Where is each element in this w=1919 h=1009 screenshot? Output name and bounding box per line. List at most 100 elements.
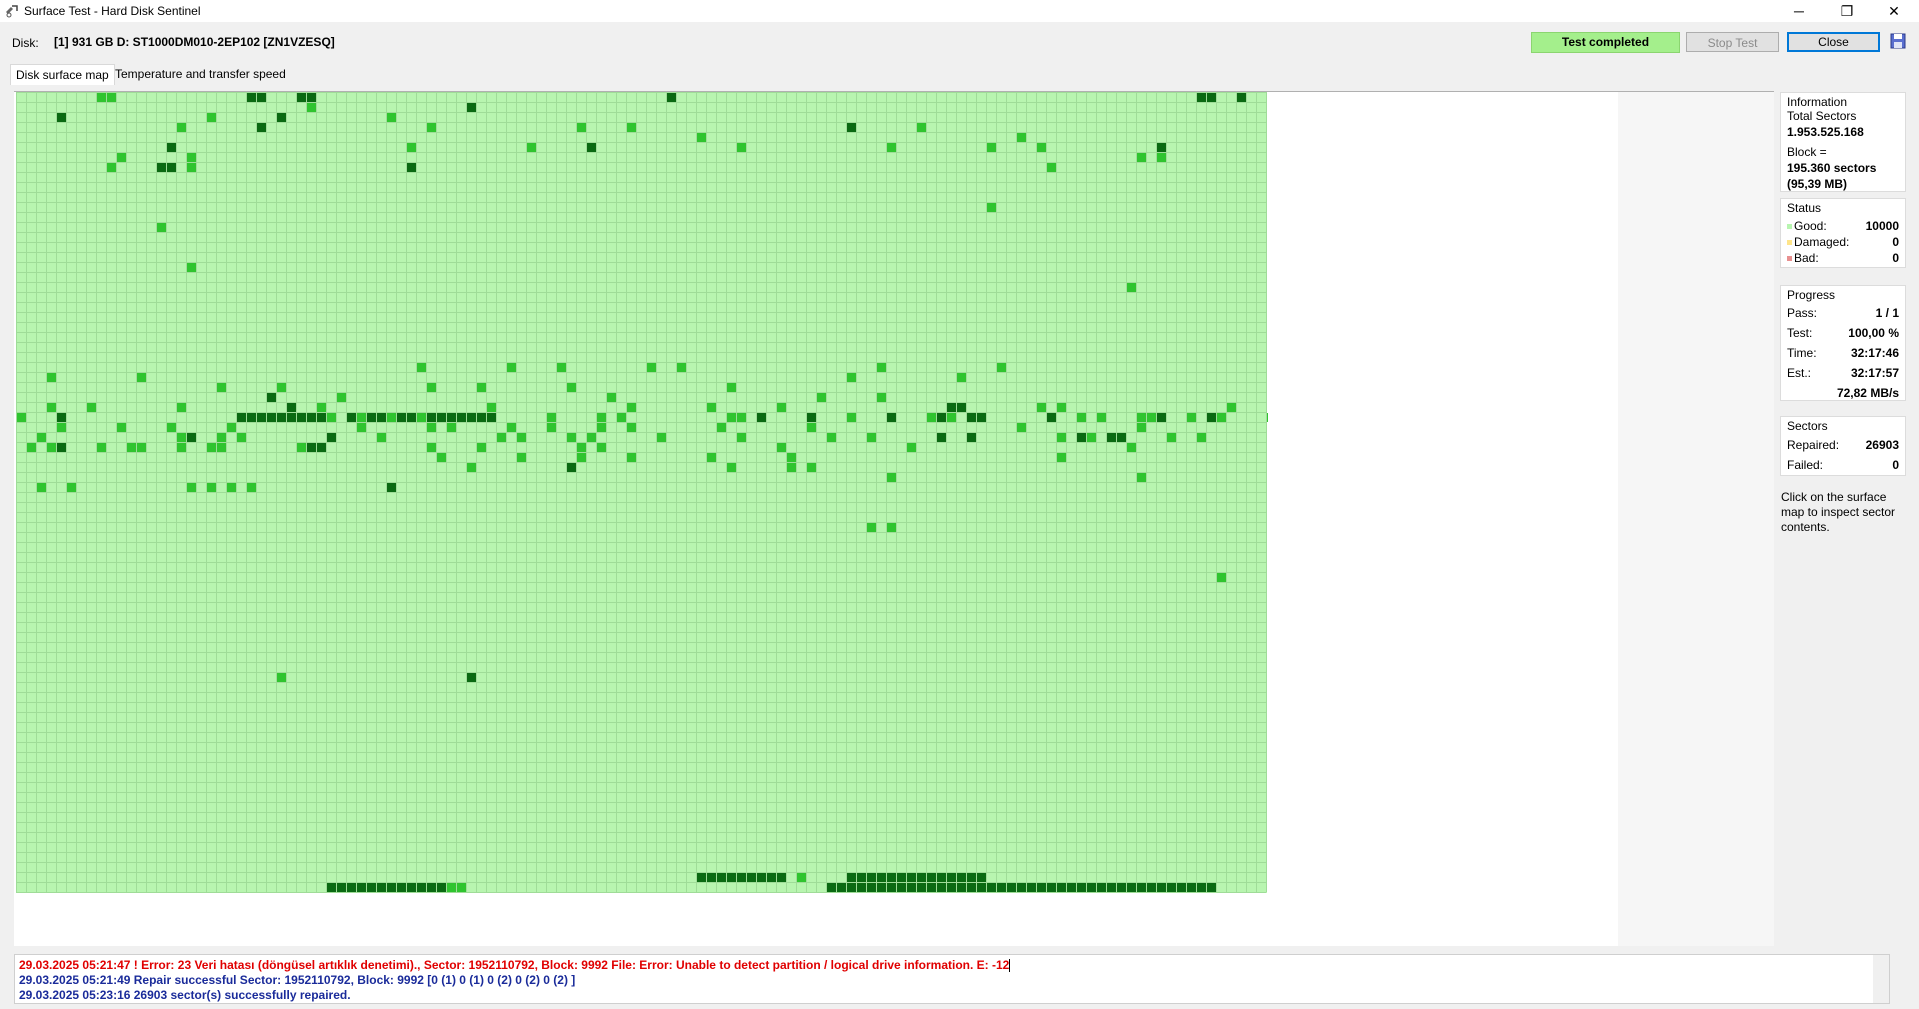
surface-block-repaired[interactable] — [627, 403, 636, 412]
surface-block-repaired[interactable] — [547, 413, 556, 422]
surface-block-repaired[interactable] — [117, 153, 126, 162]
surface-block-repaired-heavy[interactable] — [927, 883, 936, 892]
surface-block-repaired[interactable] — [737, 433, 746, 442]
surface-block-repaired[interactable] — [1137, 473, 1146, 482]
surface-block-repaired-heavy[interactable] — [457, 413, 466, 422]
surface-block-repaired[interactable] — [527, 143, 536, 152]
surface-block-repaired[interactable] — [107, 93, 116, 102]
surface-block-repaired-heavy[interactable] — [1047, 413, 1056, 422]
surface-block-repaired-heavy[interactable] — [407, 413, 416, 422]
surface-block-repaired-heavy[interactable] — [1167, 883, 1176, 892]
surface-block-repaired-heavy[interactable] — [867, 883, 876, 892]
surface-block-repaired-heavy[interactable] — [847, 883, 856, 892]
surface-block-repaired[interactable] — [1267, 413, 1268, 422]
surface-block-repaired-heavy[interactable] — [947, 403, 956, 412]
surface-block-repaired[interactable] — [567, 433, 576, 442]
surface-block-repaired-heavy[interactable] — [397, 883, 406, 892]
surface-block-repaired-heavy[interactable] — [287, 403, 296, 412]
surface-block-repaired[interactable] — [187, 483, 196, 492]
surface-block-repaired-heavy[interactable] — [767, 873, 776, 882]
surface-block-repaired[interactable] — [1157, 153, 1166, 162]
surface-block-repaired-heavy[interactable] — [917, 883, 926, 892]
surface-block-repaired[interactable] — [327, 413, 336, 422]
surface-block-repaired[interactable] — [67, 483, 76, 492]
surface-block-repaired[interactable] — [477, 443, 486, 452]
surface-block-repaired[interactable] — [987, 203, 996, 212]
surface-block-repaired[interactable] — [777, 443, 786, 452]
surface-block-repaired[interactable] — [137, 373, 146, 382]
surface-block-repaired-heavy[interactable] — [857, 883, 866, 892]
surface-block-repaired[interactable] — [927, 413, 936, 422]
surface-block-repaired-heavy[interactable] — [977, 413, 986, 422]
surface-block-repaired-heavy[interactable] — [897, 873, 906, 882]
surface-block-repaired[interactable] — [217, 443, 226, 452]
surface-block-repaired[interactable] — [427, 123, 436, 132]
surface-block-repaired-heavy[interactable] — [1007, 883, 1016, 892]
surface-block-repaired[interactable] — [27, 443, 36, 452]
surface-block-repaired-heavy[interactable] — [1187, 883, 1196, 892]
surface-block-repaired-heavy[interactable] — [477, 413, 486, 422]
surface-block-repaired-heavy[interactable] — [57, 413, 66, 422]
surface-block-repaired[interactable] — [417, 413, 426, 422]
surface-block-repaired-heavy[interactable] — [267, 413, 276, 422]
surface-block-repaired[interactable] — [1057, 433, 1066, 442]
surface-block-repaired-heavy[interactable] — [277, 413, 286, 422]
surface-block-repaired-heavy[interactable] — [167, 143, 176, 152]
surface-block-repaired-heavy[interactable] — [997, 883, 1006, 892]
surface-block-repaired[interactable] — [817, 393, 826, 402]
surface-block-repaired-heavy[interactable] — [1207, 93, 1216, 102]
surface-block-repaired[interactable] — [787, 463, 796, 472]
surface-block-repaired-heavy[interactable] — [667, 93, 676, 102]
surface-block-repaired-heavy[interactable] — [267, 393, 276, 402]
surface-block-repaired[interactable] — [387, 413, 396, 422]
surface-block-repaired[interactable] — [277, 673, 286, 682]
surface-block-repaired[interactable] — [407, 143, 416, 152]
stop-test-button[interactable]: Stop Test — [1686, 32, 1779, 52]
surface-block-repaired[interactable] — [737, 143, 746, 152]
surface-block-repaired-heavy[interactable] — [377, 413, 386, 422]
surface-block-repaired-heavy[interactable] — [237, 413, 246, 422]
surface-block-repaired-heavy[interactable] — [277, 113, 286, 122]
surface-block-repaired-heavy[interactable] — [937, 873, 946, 882]
surface-block-repaired-heavy[interactable] — [307, 413, 316, 422]
surface-block-repaired-heavy[interactable] — [167, 163, 176, 172]
surface-block-repaired[interactable] — [207, 113, 216, 122]
surface-block-repaired[interactable] — [237, 433, 246, 442]
surface-block-repaired[interactable] — [1097, 413, 1106, 422]
surface-block-repaired[interactable] — [1057, 403, 1066, 412]
surface-block-repaired-heavy[interactable] — [1067, 883, 1076, 892]
surface-block-repaired-heavy[interactable] — [247, 413, 256, 422]
surface-block-repaired-heavy[interactable] — [1027, 883, 1036, 892]
surface-block-repaired[interactable] — [117, 423, 126, 432]
surface-block-repaired[interactable] — [807, 423, 816, 432]
surface-block-repaired-heavy[interactable] — [1207, 413, 1216, 422]
surface-block-repaired-heavy[interactable] — [907, 873, 916, 882]
surface-block-repaired-heavy[interactable] — [887, 873, 896, 882]
surface-block-repaired[interactable] — [417, 363, 426, 372]
surface-block-repaired-heavy[interactable] — [987, 883, 996, 892]
surface-block-repaired[interactable] — [177, 123, 186, 132]
surface-block-repaired[interactable] — [187, 163, 196, 172]
save-icon[interactable] — [1890, 33, 1906, 49]
surface-block-repaired[interactable] — [47, 373, 56, 382]
surface-block-repaired-heavy[interactable] — [857, 873, 866, 882]
surface-block-repaired-heavy[interactable] — [1147, 883, 1156, 892]
surface-block-repaired[interactable] — [957, 373, 966, 382]
surface-block-repaired[interactable] — [187, 153, 196, 162]
surface-block-repaired-heavy[interactable] — [697, 873, 706, 882]
surface-block-repaired-heavy[interactable] — [707, 873, 716, 882]
surface-block-repaired-heavy[interactable] — [977, 883, 986, 892]
surface-block-repaired-heavy[interactable] — [727, 873, 736, 882]
surface-block-repaired-heavy[interactable] — [1087, 883, 1096, 892]
surface-block-repaired[interactable] — [477, 383, 486, 392]
surface-block-repaired-heavy[interactable] — [387, 483, 396, 492]
minimize-button[interactable]: ─ — [1776, 0, 1822, 22]
surface-block-repaired[interactable] — [1197, 433, 1206, 442]
surface-block-repaired-heavy[interactable] — [957, 883, 966, 892]
surface-block-repaired-heavy[interactable] — [1177, 883, 1186, 892]
surface-block-repaired[interactable] — [517, 433, 526, 442]
surface-block-repaired[interactable] — [1187, 413, 1196, 422]
surface-block-repaired-heavy[interactable] — [947, 873, 956, 882]
surface-block-repaired[interactable] — [947, 413, 956, 422]
surface-block-repaired[interactable] — [727, 383, 736, 392]
